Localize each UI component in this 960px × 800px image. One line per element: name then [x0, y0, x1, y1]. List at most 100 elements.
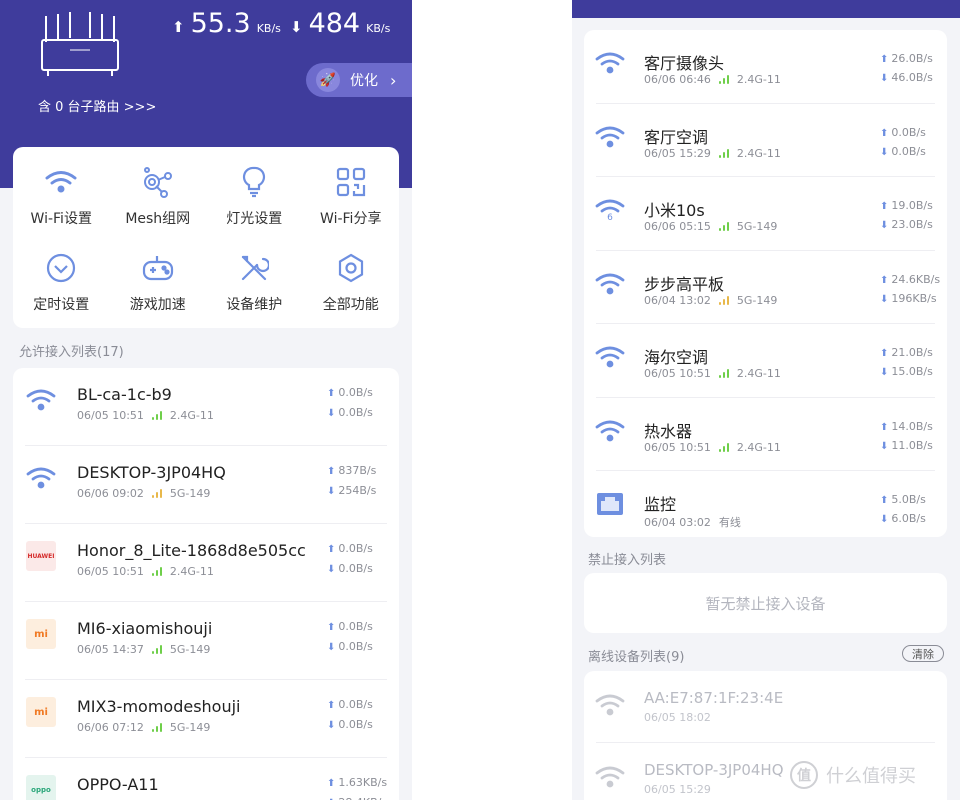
device-row[interactable]: 热水器 06/05 10:51 2.4G-11 ⬆ 14.0B/s ⬇ 11.0B/s: [584, 398, 947, 471]
download-rate-value: 23.0B/s: [891, 218, 933, 231]
device-band: 有线: [718, 516, 741, 529]
tool-maintenance[interactable]: 设备维护: [206, 239, 303, 325]
right-screen: 客厅摄像头 06/06 06:46 2.4G-11 ⬆ 26.0B/s ⬇ 46.0B/s 客…: [572, 0, 960, 800]
device-row[interactable]: mi MI6-xiaomishouji 06/05 14:37 5G-149 ⬆ 0.0B…: [13, 602, 399, 680]
upload-rate: ⬆ 0.0B/s: [327, 698, 373, 711]
device-band: 2.4G-11: [169, 565, 214, 578]
device-row[interactable]: DESKTOP-3JP04HQ 06/06 09:02 5G-149 ⬆ 837B/s ⬇…: [13, 446, 399, 524]
device-row[interactable]: oppo OPPO-A11 ⬆1.63KB/s ⬇28.4KB/s: [13, 758, 399, 800]
device-row[interactable]: mi MIX3-momodeshouji 06/06 07:12 5G-149 ⬆ 0.0…: [13, 680, 399, 758]
device-band: 5G-149: [736, 293, 778, 307]
device-row[interactable]: 客厅摄像头 06/06 06:46 2.4G-11 ⬆ 26.0B/s ⬇ 46.0B/s: [584, 30, 947, 104]
up-arrow-icon: ⬆: [327, 622, 336, 633]
upload-rate-value: 0.0B/s: [338, 542, 373, 555]
device-meta: 06/05 10:51 2.4G-11: [644, 441, 781, 454]
up-arrow-icon: ⬆: [327, 466, 336, 477]
subrouter-link[interactable]: 含 0 台子路由 >>>: [38, 96, 156, 115]
device-row[interactable]: 海尔空调 06/05 10:51 2.4G-11 ⬆ 21.0B/s ⬇ 15.0B/s: [584, 324, 947, 398]
wifi-icon: [594, 268, 626, 300]
device-row[interactable]: 客厅空调 06/05 15:29 2.4G-11 ⬆ 0.0B/s ⬇ 0.0B/s: [584, 104, 947, 177]
up-arrow-icon: ⬆: [880, 201, 889, 212]
download-rate: ⬇ 15.0B/s: [880, 365, 933, 378]
download-rate-value: 0.0B/s: [338, 640, 373, 653]
upload-rate: ⬆ 21.0B/s: [880, 346, 933, 359]
tool-timer[interactable]: 定时设置: [13, 239, 110, 325]
device-name: OPPO-A11: [77, 775, 159, 794]
download-rate-value: 0.0B/s: [338, 406, 373, 419]
device-row[interactable]: HUAWEI Honor_8_Lite-1868d8e505cc 06/05 10:…: [13, 524, 399, 602]
signal-strength-icon: [151, 411, 164, 420]
clear-button[interactable]: 清除: [902, 645, 944, 662]
tools-card: Wi-Fi设置 Mesh组网 灯光设置 Wi-Fi分享 定时设置 游戏加速 设备…: [13, 147, 399, 328]
download-rate-value: 0.0B/s: [891, 144, 926, 158]
tool-mesh[interactable]: Mesh组网: [110, 153, 207, 239]
device-name: 小米10s: [644, 201, 705, 220]
device-meta: 06/04 03:02 有线: [644, 514, 741, 530]
down-arrow-icon: ⬇: [327, 720, 336, 731]
tool-wifi-share[interactable]: Wi-Fi分享: [303, 153, 400, 239]
device-row[interactable]: AA:E7:87:1F:23:4E 06/05 18:02: [584, 671, 947, 743]
rocket-icon: 🚀: [316, 68, 340, 92]
device-date: 06/04 03:02: [644, 515, 711, 529]
device-meta: 06/05 10:51 2.4G-11: [77, 565, 214, 578]
download-rate: ⬇ 0.0B/s: [880, 145, 926, 158]
allowed-list-title: 允许接入列表(17): [19, 345, 124, 360]
device-meta: 06/05 10:51 2.4G-11: [77, 409, 214, 422]
device-date: 06/05 18:02: [644, 711, 711, 724]
device-meta: 06/06 07:12 5G-149: [77, 721, 210, 734]
upload-rate-value: 0.0B/s: [891, 125, 926, 139]
signal-strength-icon: [151, 567, 164, 576]
upload-value: 55.3: [190, 8, 251, 39]
device-name: 客厅摄像头: [644, 54, 725, 73]
download-rate: ⬇ 0.0B/s: [327, 718, 373, 731]
optimize-button[interactable]: 🚀 优化 ›: [306, 63, 412, 97]
wifi-icon: 6: [594, 194, 626, 226]
tools-icon: [236, 250, 272, 286]
tool-wifi-settings[interactable]: Wi-Fi设置: [13, 153, 110, 239]
device-name: BL-ca-1c-b9: [77, 385, 172, 404]
mi-logo: mi: [26, 697, 56, 727]
upload-rate-value: 0.0B/s: [338, 698, 373, 711]
up-arrow-icon: ⬆: [880, 495, 889, 506]
signal-strength-icon: [718, 148, 731, 158]
download-rate: ⬇ 0.0B/s: [327, 562, 373, 575]
device-meta: 06/05 15:29 2.4G-11: [644, 147, 781, 160]
download-rate: ⬇28.4KB/s: [327, 796, 387, 800]
device-date: 06/05 10:51: [644, 440, 711, 454]
device-date: 06/06 05:15: [644, 220, 711, 233]
upload-rate: ⬆ 0.0B/s: [327, 620, 373, 633]
device-meta: 06/05 18:02: [644, 711, 711, 724]
device-row[interactable]: 监控 06/04 03:02 有线 ⬆ 5.0B/s ⬇ 6.0B/s: [584, 471, 947, 537]
tool-label: 全部功能: [322, 297, 379, 313]
device-band: 5G-149: [169, 487, 211, 500]
upload-unit: KB/s: [256, 22, 281, 35]
upload-rate-value: 5.0B/s: [891, 493, 926, 506]
upload-rate: ⬆ 19.0B/s: [880, 199, 933, 212]
gear-icon: [333, 250, 369, 286]
device-date: 06/06 07:12: [77, 721, 144, 734]
upload-rate: ⬆ 14.0B/s: [880, 420, 933, 433]
download-unit: KB/s: [366, 22, 391, 35]
signal-strength-icon: [151, 645, 164, 654]
device-name: 客厅空调: [644, 127, 709, 147]
tool-all-functions[interactable]: 全部功能: [303, 239, 400, 325]
device-name: MIX3-momodeshouji: [77, 697, 241, 716]
chevron-right-icon: ›: [390, 70, 397, 90]
upload-rate-value: 837B/s: [338, 464, 377, 477]
device-row[interactable]: 步步高平板 06/04 13:02 5G-149 ⬆ 24.6KB/s ⬇ 196KB/s: [584, 251, 947, 324]
download-rate: ⬇ 11.0B/s: [880, 439, 933, 452]
tool-label: 游戏加速: [129, 297, 186, 313]
download-rate-value: 28.4KB/s: [338, 796, 387, 800]
tool-game[interactable]: 游戏加速: [110, 239, 207, 325]
device-meta: 06/05 15:29: [644, 783, 711, 796]
device-row[interactable]: BL-ca-1c-b9 06/05 10:51 2.4G-11 ⬆ 0.0B/s ⬇ 0.0…: [13, 368, 399, 446]
device-meta: 06/06 06:46 2.4G-11: [644, 73, 781, 86]
blocked-list-title: 禁止接入列表: [588, 553, 667, 568]
bulb-icon: [236, 164, 272, 200]
mi-logo-icon: mi: [25, 696, 57, 728]
wifi-icon: [594, 341, 626, 373]
device-date: 06/05 15:29: [644, 783, 711, 796]
device-name: Honor_8_Lite-1868d8e505cc: [77, 541, 306, 560]
device-row[interactable]: 6 小米10s 06/06 05:15 5G-149 ⬆ 19.0B/s ⬇ 23.0B/s: [584, 177, 947, 251]
tool-light[interactable]: 灯光设置: [206, 153, 303, 239]
